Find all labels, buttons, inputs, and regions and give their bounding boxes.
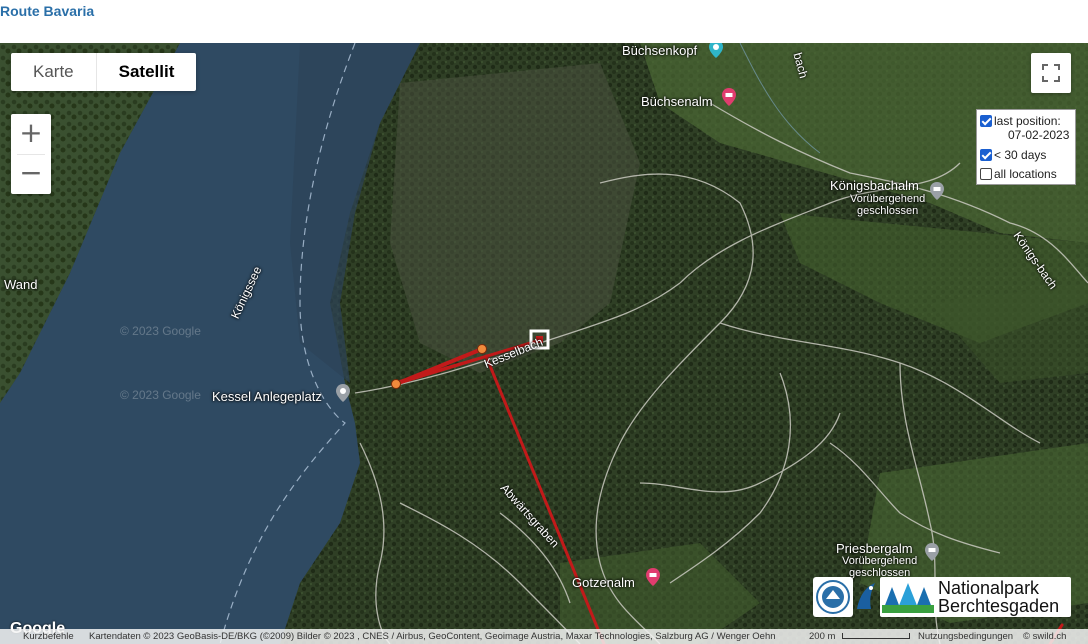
last-position-label: last position: bbox=[994, 114, 1061, 128]
ranger-badge-logo bbox=[813, 577, 853, 617]
hut-pin-icon[interactable] bbox=[722, 88, 736, 106]
place-label: Königsbachalm bbox=[830, 178, 919, 193]
days-option[interactable]: < 30 days bbox=[980, 148, 1046, 162]
map-type-satellit-button[interactable]: Satellit bbox=[95, 53, 197, 91]
landing-pin-icon[interactable] bbox=[336, 384, 350, 402]
copyright-label: © swild.ch bbox=[1023, 631, 1067, 642]
scale-label[interactable]: 200 m bbox=[809, 629, 835, 644]
attribution-bar: Kurzbefehle Kartendaten © 2023 GeoBasis-… bbox=[0, 629, 1088, 644]
last-position-date: 07-02-2023 bbox=[1008, 128, 1070, 142]
map-type-karte-button[interactable]: Karte bbox=[11, 53, 96, 91]
all-locations-option[interactable]: all locations bbox=[980, 167, 1057, 181]
nationalpark-text: Nationalpark Berchtesgaden bbox=[938, 578, 1060, 616]
place-label: Wand bbox=[4, 277, 38, 292]
nationalpark-logo: Nationalpark Berchtesgaden bbox=[880, 577, 1071, 617]
days-checkbox[interactable] bbox=[980, 149, 992, 161]
track-legend: last position: 07-02-2023 < 30 days all … bbox=[976, 109, 1076, 185]
zoom-control: + − bbox=[11, 114, 51, 194]
all-locations-label: all locations bbox=[994, 167, 1057, 181]
divider bbox=[17, 154, 45, 155]
watermark: © 2023 Google bbox=[120, 324, 201, 338]
ranger-badge-icon bbox=[816, 580, 850, 614]
last-position-checkbox[interactable] bbox=[980, 115, 992, 127]
all-locations-checkbox[interactable] bbox=[980, 168, 992, 180]
map-type-control: Karte Satellit bbox=[11, 53, 197, 91]
keyboard-shortcuts-link[interactable]: Kurzbefehle bbox=[23, 629, 74, 644]
fullscreen-button[interactable] bbox=[1031, 53, 1071, 93]
watermark: © 2023 Google bbox=[120, 388, 201, 402]
hut-pin-icon[interactable] bbox=[646, 568, 660, 586]
poi-pin-icon[interactable] bbox=[709, 43, 723, 58]
lbv-bird-icon bbox=[857, 583, 875, 609]
map-data-attribution: Kartendaten © 2023 GeoBasis-DE/BKG (©200… bbox=[89, 631, 776, 642]
mountain-icon bbox=[882, 583, 934, 613]
place-status: Vorübergehend geschlossen bbox=[850, 193, 926, 217]
days-label: < 30 days bbox=[994, 148, 1047, 162]
terms-link[interactable]: Nutzungsbedingungen bbox=[918, 629, 1013, 644]
place-label: Gotzenalm bbox=[572, 575, 635, 590]
scale-bar bbox=[842, 633, 910, 639]
page-title: Route Bavaria bbox=[0, 3, 95, 19]
zoom-in-button[interactable]: + bbox=[11, 114, 51, 154]
place-label: Priesbergalm bbox=[836, 541, 913, 556]
place-status: Vorübergehend geschlossen bbox=[842, 555, 918, 579]
place-label: Kessel Anlegeplatz bbox=[212, 389, 322, 404]
hut-pin-icon[interactable] bbox=[930, 182, 944, 200]
zoom-out-button[interactable]: − bbox=[11, 154, 51, 194]
fullscreen-icon bbox=[1042, 64, 1060, 82]
last-position-option[interactable]: last position: 07-02-2023 bbox=[980, 114, 1069, 142]
hut-pin-icon[interactable] bbox=[925, 543, 939, 561]
map-view[interactable]: © 2023 Google © 2023 Google Büchsenkopf … bbox=[0, 43, 1088, 644]
place-label: Büchsenalm bbox=[641, 94, 713, 109]
partner-logos: Nationalpark Berchtesgaden bbox=[813, 577, 1071, 617]
place-label: Büchsenkopf bbox=[622, 43, 698, 58]
